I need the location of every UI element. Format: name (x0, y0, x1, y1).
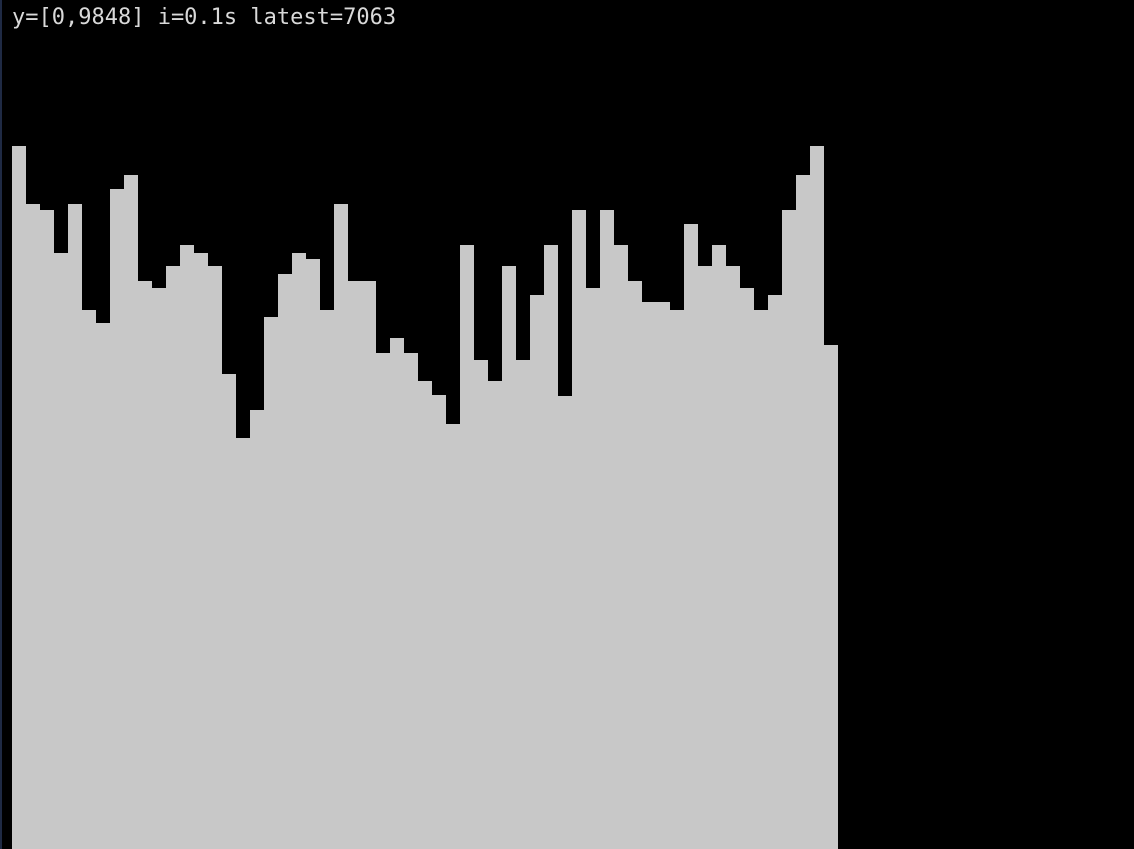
bar-8 (124, 175, 138, 849)
bar-29 (418, 381, 432, 849)
bar-33 (474, 360, 488, 849)
bar-25 (362, 281, 376, 849)
bar-50 (712, 245, 726, 849)
bar-55 (782, 210, 796, 849)
bar-19 (278, 274, 292, 849)
bar-48 (684, 224, 698, 849)
bar-28 (404, 353, 418, 849)
bar-1 (26, 204, 40, 849)
bar-37 (530, 295, 544, 849)
bar-7 (110, 189, 124, 849)
bar-2 (40, 210, 54, 849)
bar-41 (586, 288, 600, 849)
bar-27 (390, 338, 404, 849)
bar-52 (740, 288, 754, 849)
bar-31 (446, 424, 460, 849)
bar-58 (824, 345, 838, 849)
bar-32 (460, 245, 474, 849)
bar-14 (208, 266, 222, 849)
bar-22 (320, 310, 334, 849)
bar-45 (642, 302, 656, 849)
bar-21 (306, 259, 320, 849)
bar-40 (572, 210, 586, 849)
bar-35 (502, 266, 516, 849)
bar-34 (488, 381, 502, 849)
bar-18 (264, 317, 278, 849)
bar-30 (432, 395, 446, 849)
bar-chart (12, 146, 838, 849)
bar-38 (544, 245, 558, 849)
bar-26 (376, 353, 390, 849)
bar-13 (194, 253, 208, 849)
bar-17 (250, 410, 264, 849)
bar-0 (12, 146, 26, 849)
bar-12 (180, 245, 194, 849)
bar-9 (138, 281, 152, 849)
bar-46 (656, 302, 670, 849)
bar-10 (152, 288, 166, 849)
bar-6 (96, 323, 110, 849)
bar-4 (68, 204, 82, 849)
bar-47 (670, 310, 684, 849)
bar-23 (334, 204, 348, 849)
bar-56 (796, 175, 810, 849)
bar-42 (600, 210, 614, 849)
bar-44 (628, 281, 642, 849)
bar-49 (698, 266, 712, 849)
bar-11 (166, 266, 180, 849)
bar-39 (558, 396, 572, 849)
bar-5 (82, 310, 96, 849)
bar-20 (292, 253, 306, 849)
bar-51 (726, 266, 740, 849)
bar-24 (348, 281, 362, 849)
bar-3 (54, 253, 68, 849)
bar-16 (236, 438, 250, 849)
bar-53 (754, 310, 768, 849)
bar-54 (768, 295, 782, 849)
bar-43 (614, 245, 628, 849)
bar-15 (222, 374, 236, 849)
bar-57 (810, 146, 824, 849)
bar-36 (516, 360, 530, 849)
